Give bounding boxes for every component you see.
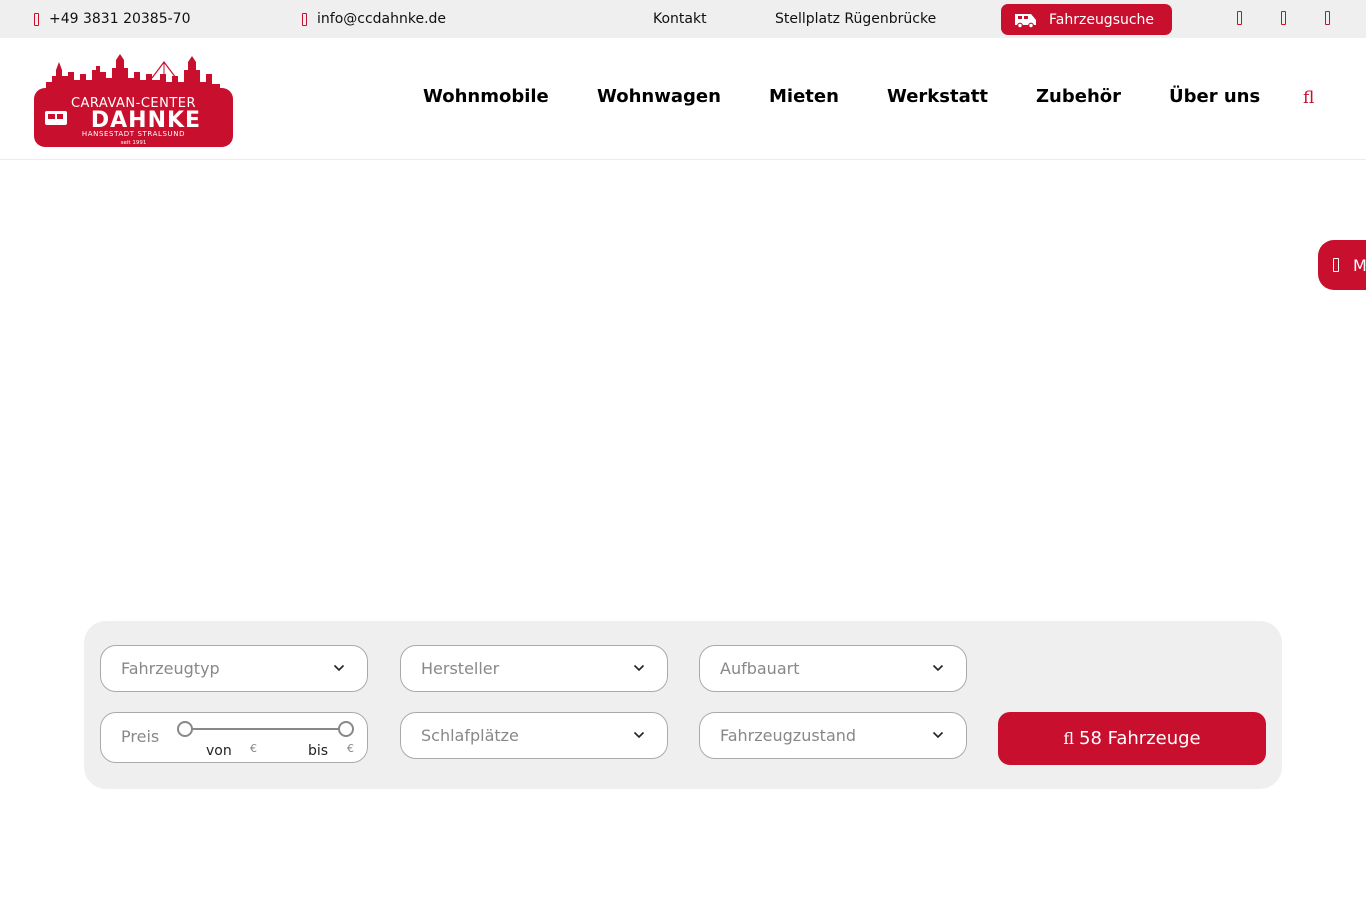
nav-wohnmobile[interactable]: Wohnmobile bbox=[423, 86, 549, 107]
chevron-down-icon bbox=[633, 664, 645, 672]
phone-icon bbox=[34, 12, 39, 26]
vehicle-type-placeholder: Fahrzeugtyp bbox=[121, 659, 220, 678]
nav-werkstatt[interactable]: Werkstatt bbox=[887, 86, 988, 107]
phone-number: +49 3831 20385-70 bbox=[49, 11, 191, 27]
contact-link[interactable]: Kontakt bbox=[653, 0, 707, 38]
show-vehicles-label: 58 Fahrzeuge bbox=[1079, 728, 1201, 749]
side-tab-icon bbox=[1333, 258, 1339, 272]
price-slider-track[interactable] bbox=[185, 728, 346, 730]
nav-zubehoer[interactable]: Zubehör bbox=[1036, 86, 1121, 107]
chevron-down-icon bbox=[932, 664, 944, 672]
instagram-icon[interactable] bbox=[1281, 11, 1286, 25]
price-max-handle[interactable] bbox=[338, 721, 354, 737]
sleeping-places-select[interactable]: Schlafplätze bbox=[400, 712, 668, 759]
condition-placeholder: Fahrzeugzustand bbox=[720, 726, 857, 745]
price-min-handle[interactable] bbox=[177, 721, 193, 737]
price-range-field: Preis von € bis € bbox=[100, 712, 368, 763]
nav-ueber-uns[interactable]: Über uns bbox=[1169, 86, 1260, 107]
vehicle-search-button[interactable]: Fahrzeugsuche bbox=[1001, 4, 1172, 35]
side-tab[interactable]: M bbox=[1318, 240, 1366, 290]
facebook-icon[interactable] bbox=[1237, 11, 1242, 25]
top-bar: +49 3831 20385-70 info@ccdahnke.de Konta… bbox=[0, 0, 1366, 38]
logo-line3: HANSESTADT STRALSUND bbox=[82, 130, 185, 138]
chevron-down-icon bbox=[633, 731, 645, 739]
price-to-currency: € bbox=[347, 742, 354, 755]
nav-wohnwagen[interactable]: Wohnwagen bbox=[597, 86, 721, 107]
price-from-label: von bbox=[206, 743, 232, 759]
price-label: Preis bbox=[121, 727, 160, 746]
show-vehicles-button[interactable]: fl 58 Fahrzeuge bbox=[998, 712, 1266, 765]
logo[interactable]: CARAVAN-CENTER DAHNKE HANSESTADT STRALSU… bbox=[34, 52, 233, 147]
chevron-down-icon bbox=[932, 731, 944, 739]
search-icon: fl bbox=[1063, 729, 1075, 748]
envelope-icon bbox=[302, 12, 307, 26]
email-link[interactable]: info@ccdahnke.de bbox=[302, 0, 446, 38]
vehicle-search-label: Fahrzeugsuche bbox=[1049, 11, 1155, 28]
site-header: CARAVAN-CENTER DAHNKE HANSESTADT STRALSU… bbox=[0, 38, 1366, 160]
body-type-select[interactable]: Aufbauart bbox=[699, 645, 967, 692]
chevron-down-icon bbox=[333, 664, 345, 672]
pitch-link[interactable]: Stellplatz Rügenbrücke bbox=[775, 0, 936, 38]
manufacturer-select[interactable]: Hersteller bbox=[400, 645, 668, 692]
price-from-currency: € bbox=[250, 742, 257, 755]
logo-line4: seit 1991 bbox=[121, 140, 147, 146]
body-type-placeholder: Aufbauart bbox=[720, 659, 800, 678]
manufacturer-placeholder: Hersteller bbox=[421, 659, 500, 678]
youtube-icon[interactable] bbox=[1325, 11, 1330, 25]
side-tab-label: M bbox=[1353, 255, 1366, 275]
nav-mieten[interactable]: Mieten bbox=[769, 86, 839, 107]
price-to-label: bis bbox=[308, 743, 329, 759]
search-icon[interactable]: fl bbox=[1303, 88, 1314, 108]
phone-link[interactable]: +49 3831 20385-70 bbox=[34, 0, 190, 38]
condition-select[interactable]: Fahrzeugzustand bbox=[699, 712, 967, 759]
camper-icon bbox=[1015, 13, 1036, 28]
vehicle-type-select[interactable]: Fahrzeugtyp bbox=[100, 645, 368, 692]
sleeping-places-placeholder: Schlafplätze bbox=[421, 726, 519, 745]
email-address: info@ccdahnke.de bbox=[317, 11, 447, 27]
